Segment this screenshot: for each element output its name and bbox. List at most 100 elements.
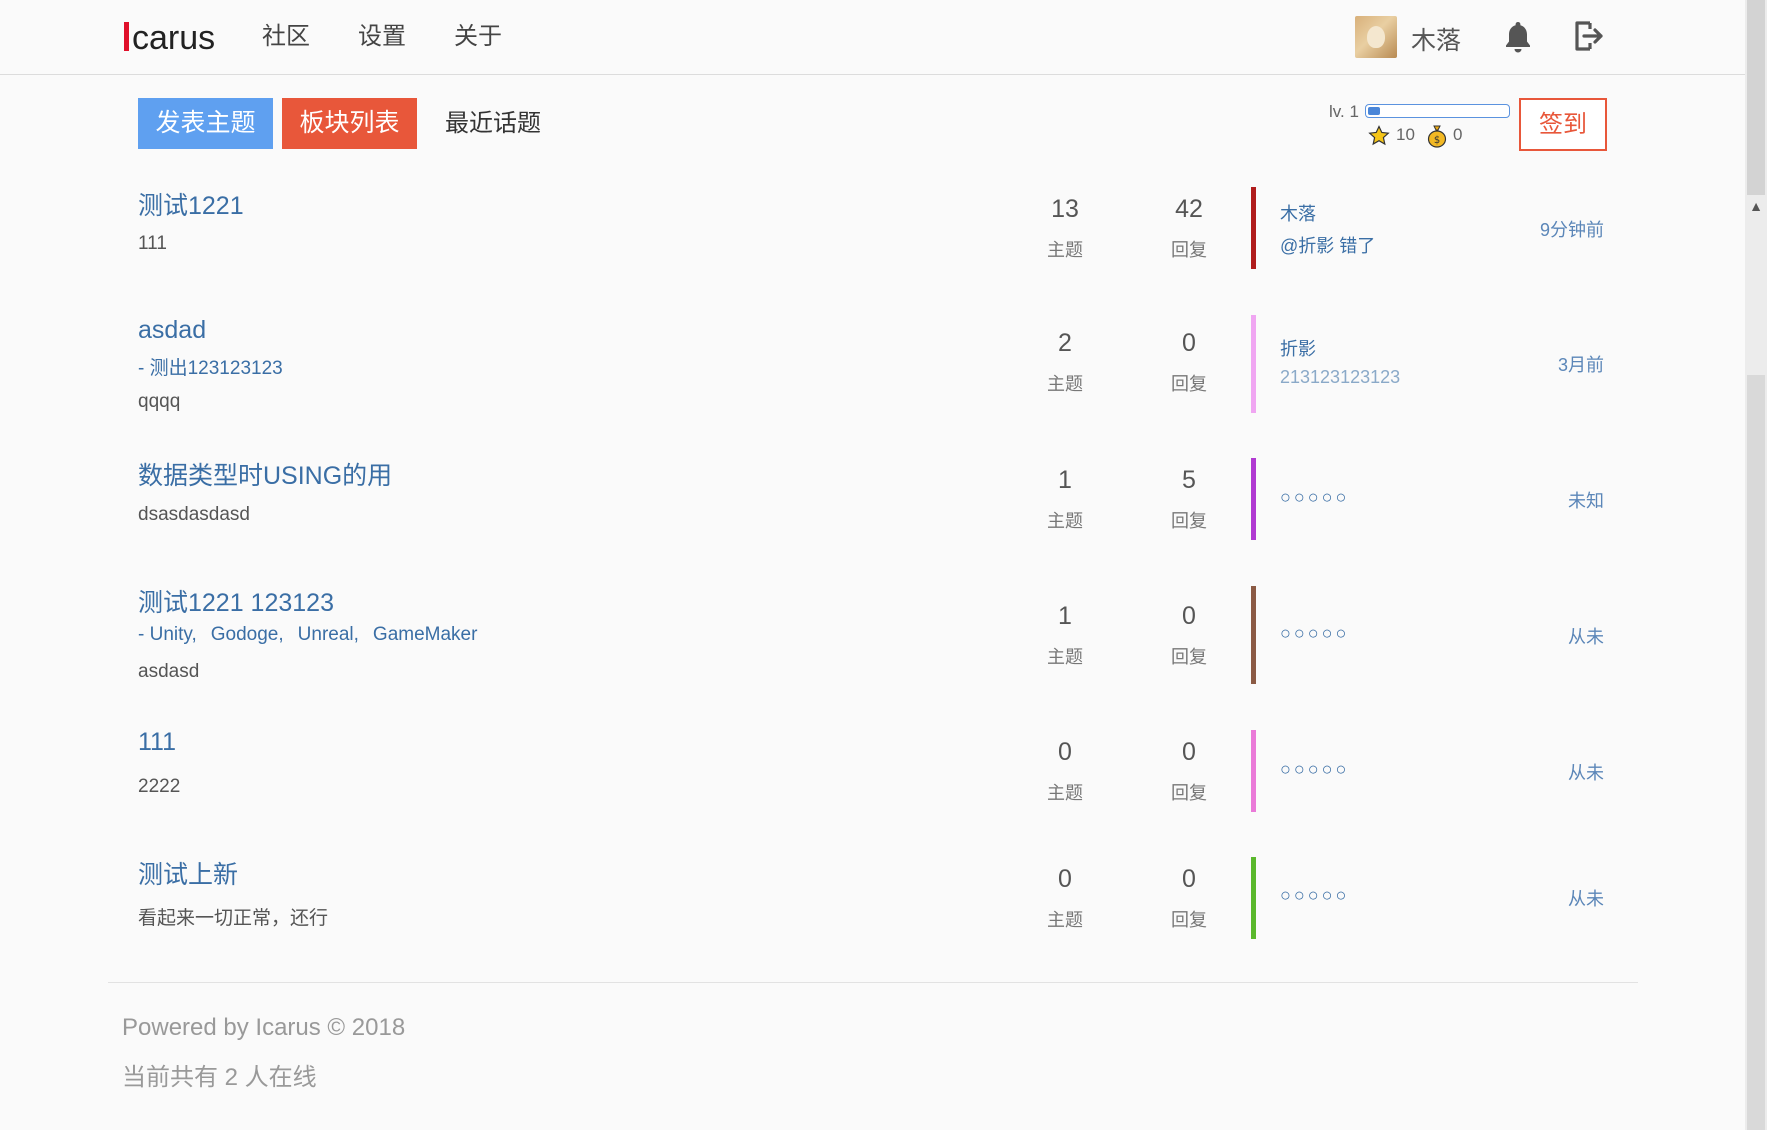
board-description: 看起来一切正常，还行	[138, 908, 329, 929]
board-color-bar	[1251, 730, 1256, 812]
topic-count-label: 主题	[1047, 647, 1083, 667]
reply-count-value: 42	[1175, 195, 1203, 223]
last-post-excerpt[interactable]: @折影 错了	[1280, 232, 1375, 258]
last-post-author[interactable]: 木落	[1280, 200, 1316, 226]
reply-count-label: 回复	[1171, 647, 1207, 667]
coins-count: 0	[1453, 125, 1463, 144]
footer-divider	[108, 982, 1638, 983]
logout-icon[interactable]	[1571, 19, 1605, 58]
star-icon	[1368, 125, 1390, 152]
board-description: 2222	[138, 776, 181, 797]
board-description: qqqq	[138, 391, 181, 412]
top-navbar: carus 社区 设置 关于 木落	[0, 0, 1745, 75]
sub-board-link[interactable]: Godoge,	[211, 624, 284, 645]
board-title[interactable]: 测试上新	[138, 855, 238, 891]
reply-count: 0 回复	[1144, 328, 1234, 396]
topic-count-value: 0	[1058, 865, 1072, 893]
level-progress-bar	[1365, 104, 1510, 118]
last-post-placeholder: ○○○○○	[1280, 487, 1350, 507]
logo-text: carus	[132, 19, 216, 57]
topic-count-value: 1	[1058, 466, 1072, 494]
topic-count-label: 主题	[1047, 240, 1083, 260]
scrollbar-lower-track[interactable]	[1747, 375, 1765, 1130]
board-title[interactable]: asdad	[138, 316, 206, 345]
topic-count-label: 主题	[1047, 910, 1083, 930]
board-description: 111	[138, 233, 167, 254]
last-post-time: 从未	[1568, 889, 1604, 909]
reply-count-value: 0	[1182, 865, 1196, 893]
reply-count-label: 回复	[1171, 240, 1207, 260]
last-post-placeholder: ○○○○○	[1280, 885, 1350, 905]
topic-count-value: 1	[1058, 602, 1072, 630]
last-post-time: 9分钟前	[1539, 220, 1604, 240]
last-post-placeholder: ○○○○○	[1280, 623, 1350, 643]
last-post-placeholder: ○○○○○	[1280, 759, 1350, 779]
board-description: dsasdasdasd	[138, 504, 250, 525]
footer-online-count: 当前共有 2 人在线	[122, 1064, 317, 1091]
bell-icon[interactable]	[1503, 20, 1533, 59]
sub-board-link[interactable]: - Unity,	[138, 624, 197, 645]
reply-count: 0 回复	[1144, 864, 1234, 932]
topic-count: 13 主题	[1020, 194, 1110, 262]
level-label: lv. 1	[1329, 102, 1359, 121]
reply-count-value: 0	[1182, 329, 1196, 357]
reply-count-value: 0	[1182, 738, 1196, 766]
reply-count: 5 回复	[1144, 465, 1234, 533]
scrollbar-thumb[interactable]	[1747, 0, 1765, 195]
topic-count: 0 主题	[1020, 737, 1110, 805]
board-color-bar	[1251, 458, 1256, 540]
topic-count: 2 主题	[1020, 328, 1110, 396]
checkin-button[interactable]: 签到	[1519, 98, 1607, 151]
nav-settings[interactable]: 设置	[358, 22, 406, 52]
nav-about[interactable]: 关于	[454, 22, 502, 52]
avatar[interactable]	[1355, 16, 1397, 58]
topic-count-label: 主题	[1047, 511, 1083, 531]
scroll-up-arrow-icon[interactable]: ▲	[1748, 198, 1764, 214]
reply-count-label: 回复	[1171, 511, 1207, 531]
reply-count-label: 回复	[1171, 910, 1207, 930]
last-post-time: 未知	[1568, 491, 1604, 511]
svg-text:$: $	[1434, 135, 1440, 146]
board-color-bar	[1251, 187, 1256, 269]
board-title[interactable]: 111	[138, 728, 176, 757]
footer-powered-by: Powered by Icarus © 2018	[122, 1014, 406, 1041]
money-bag-icon: $	[1426, 124, 1448, 153]
sub-board-link[interactable]: - 测出123123123	[138, 353, 283, 380]
last-post-author[interactable]: 折影	[1280, 335, 1316, 361]
board-color-bar	[1251, 315, 1256, 413]
topic-count-label: 主题	[1047, 374, 1083, 394]
reply-count-label: 回复	[1171, 374, 1207, 394]
logo-mark	[124, 22, 129, 51]
username[interactable]: 木落	[1411, 21, 1461, 57]
topic-count: 0 主题	[1020, 864, 1110, 932]
site-logo[interactable]: carus	[124, 18, 215, 58]
last-post-time: 从未	[1568, 627, 1604, 647]
recent-topics-link[interactable]: 最近话题	[445, 98, 541, 149]
reply-count-value: 5	[1182, 466, 1196, 494]
nav-community[interactable]: 社区	[262, 22, 310, 52]
board-title[interactable]: 测试1221 123123	[138, 583, 334, 619]
reply-count: 0 回复	[1144, 601, 1234, 669]
post-topic-button[interactable]: 发表主题	[138, 98, 273, 149]
level-progress-fill	[1368, 107, 1380, 115]
board-color-bar	[1251, 857, 1256, 939]
topic-count-label: 主题	[1047, 783, 1083, 803]
topic-count-value: 2	[1058, 329, 1072, 357]
sub-board-link[interactable]: Unreal,	[298, 624, 359, 645]
last-post-excerpt[interactable]: 213123123123	[1280, 367, 1400, 388]
sub-board-link[interactable]: GameMaker	[373, 624, 478, 645]
reply-count-value: 0	[1182, 602, 1196, 630]
last-post-time: 3月前	[1557, 355, 1604, 375]
board-title[interactable]: 测试1221	[138, 186, 244, 222]
topic-count: 1 主题	[1020, 465, 1110, 533]
board-description: asdasd	[138, 661, 200, 682]
topic-count-value: 0	[1058, 738, 1072, 766]
reply-count: 0 回复	[1144, 737, 1234, 805]
topic-count: 1 主题	[1020, 601, 1110, 669]
sub-board-links: - Unity, Godoge, Unreal, GameMaker	[138, 624, 477, 646]
board-title[interactable]: 数据类型时USING的用	[138, 456, 392, 492]
last-post-time: 从未	[1568, 763, 1604, 783]
reply-count-label: 回复	[1171, 783, 1207, 803]
stars-count: 10	[1396, 125, 1415, 144]
board-list-button[interactable]: 板块列表	[282, 98, 417, 149]
